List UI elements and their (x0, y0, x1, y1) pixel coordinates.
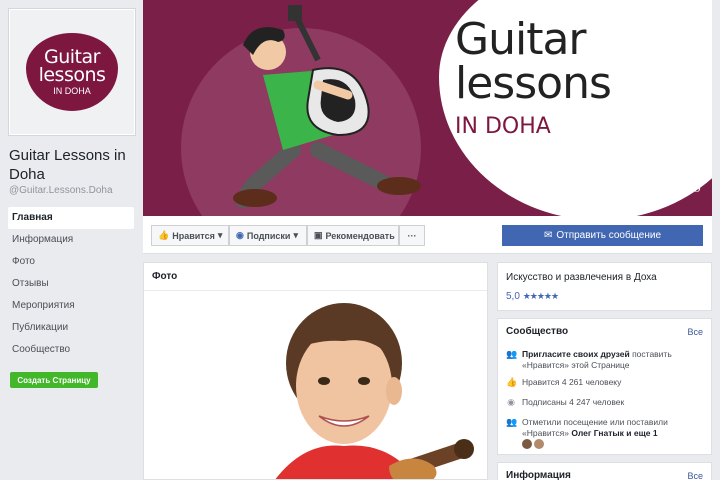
avatar[interactable] (522, 439, 532, 449)
rss-icon: ◉ (236, 230, 244, 240)
like-label: Нравится (172, 230, 215, 241)
contact-phone: +974 6605 9416 (639, 165, 701, 195)
guitar-pick-logo: Guitar lessons IN DOHA (26, 33, 118, 111)
cover-subtitle: IN DOHA (455, 114, 551, 139)
like-button[interactable]: 👍 Нравится ▾ (151, 225, 229, 246)
nav-item-home[interactable]: Главная (8, 207, 134, 229)
logo-line2: lessons (38, 64, 106, 86)
follow-button[interactable]: ◉ Подписки ▾ (229, 225, 307, 246)
send-message-label: Отправить сообщение (556, 230, 662, 241)
send-message-button[interactable]: ✉ Отправить сообщение (502, 225, 703, 246)
follow-label: Подписки (246, 230, 291, 241)
star-rating-icon: ★★★★★ (522, 291, 559, 301)
followers-count: Подписаны 4 247 человек (522, 397, 625, 407)
cover-title-line1: Guitar (455, 14, 587, 65)
left-column: Guitar lessons IN DOHA Guitar Lessons in… (0, 0, 140, 480)
category-link[interactable]: Искусство и развлечения в Доха (506, 272, 657, 283)
about-summary-card: Искусство и развлечения в Доха 5,0 ★★★★★ (497, 262, 712, 311)
cover-title: Guitar lessons (455, 14, 612, 109)
thumbs-up-icon: 👍 (158, 230, 170, 240)
people-icon: 👥 (506, 417, 518, 427)
profile-picture[interactable]: Guitar lessons IN DOHA (8, 8, 136, 136)
info-see-all-link[interactable]: Все (687, 471, 703, 480)
rss-icon: ◉ (507, 397, 515, 407)
invite-friends-row: 👥 Пригласите своих друзей поставить «Нра… (506, 349, 706, 371)
boy-with-guitar-image (275, 303, 474, 479)
more-button[interactable]: ··· (399, 225, 425, 246)
rating[interactable]: 5,0 ★★★★★ (506, 291, 559, 302)
photo-card: Фото (143, 262, 488, 480)
thumbs-up-icon: 👍 (506, 377, 518, 387)
photo-card-title[interactable]: Фото (144, 263, 487, 291)
create-page-button[interactable]: Создать Страницу (10, 372, 98, 388)
nav-item-community[interactable]: Сообщество (8, 339, 134, 361)
nav-item-posts[interactable]: Публикации (8, 317, 134, 339)
page-name[interactable]: Guitar Lessons in Doha (9, 146, 137, 184)
recommend-button[interactable]: ▣ Рекомендовать (307, 225, 399, 246)
checkins-names-link[interactable]: Олег Гнатык и еще 1 (571, 428, 657, 438)
info-card: Информация Все (497, 462, 712, 480)
followers-row: ◉ Подписаны 4 247 человек (506, 397, 706, 408)
nav-item-events[interactable]: Мероприятия (8, 295, 134, 317)
cover-title-line2: lessons (455, 58, 612, 109)
invite-friends-link[interactable]: Пригласите своих друзей (522, 349, 630, 359)
messenger-icon: ✉ (543, 230, 553, 241)
more-icon: ··· (407, 230, 417, 241)
logo-line3: IN DOHA (53, 86, 91, 96)
page-handle[interactable]: @Guitar.Lessons.Doha (9, 185, 113, 196)
rating-value: 5,0 (506, 291, 520, 302)
chevron-down-icon: ▾ (217, 230, 223, 240)
nav-item-photos[interactable]: Фото (8, 251, 134, 273)
featured-photo[interactable] (144, 291, 487, 479)
action-bar: 👍 Нравится ▾ ◉ Подписки ▾ ▣ Рекомендоват… (143, 216, 712, 254)
avatar[interactable] (534, 439, 544, 449)
chevron-down-icon: ▾ (293, 230, 298, 240)
cover-photo[interactable]: Guitar lessons IN DOHA Mr. Oleg G. +974 … (143, 0, 712, 216)
invite-friends-icon: 👥 (506, 349, 518, 359)
community-title[interactable]: Сообщество (506, 326, 568, 337)
page-nav: Главная Информация Фото Отзывы Мероприят… (8, 207, 134, 361)
likes-row: 👍 Нравится 4 261 человеку (506, 377, 706, 388)
cover-contact: Mr. Oleg G. +974 6605 9416 (619, 146, 701, 197)
nav-item-reviews[interactable]: Отзывы (8, 273, 134, 295)
info-title[interactable]: Информация (506, 470, 571, 480)
nav-item-about[interactable]: Информация (8, 229, 134, 251)
community-see-all-link[interactable]: Все (687, 327, 703, 337)
checkins-row: 👥 Отметили посещение или поставили «Нрав… (506, 417, 706, 452)
likes-count: Нравится 4 261 человеку (522, 377, 622, 387)
community-card: Сообщество Все 👥 Пригласите своих друзей… (497, 318, 712, 455)
contact-name: Mr. Oleg G. (637, 148, 701, 161)
comment-icon: ▣ (314, 230, 323, 240)
recommend-label: Рекомендовать (325, 230, 395, 241)
